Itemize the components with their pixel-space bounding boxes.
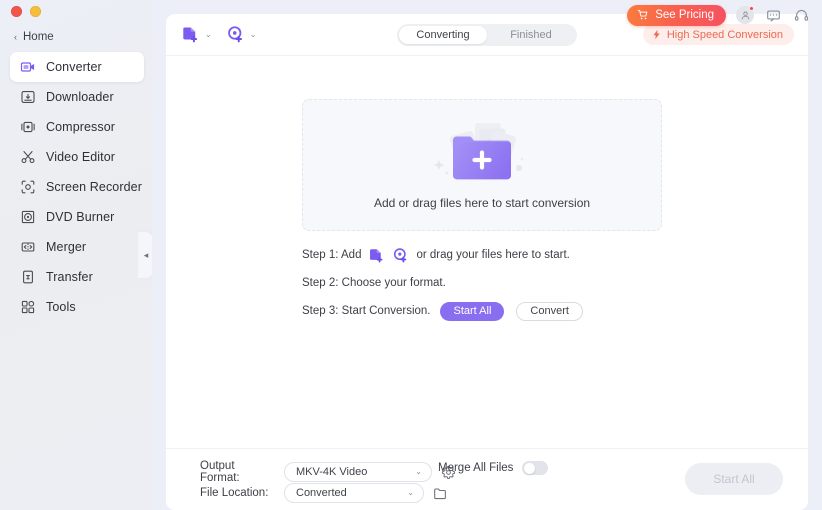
app-window: ‹ Home Converter	[0, 0, 822, 510]
folder-plus-icon	[423, 120, 541, 186]
output-format-select[interactable]: MKV-4K Video ⌄	[284, 462, 432, 482]
sidebar: ‹ Home Converter	[0, 0, 152, 510]
home-back-link[interactable]: ‹ Home	[14, 31, 54, 43]
file-location-label: File Location:	[200, 487, 276, 499]
notification-dot	[749, 6, 754, 11]
chevron-down-icon[interactable]: ⌄	[250, 31, 257, 39]
file-location-select[interactable]: Converted ⌄	[284, 483, 424, 503]
chevron-left-icon: ◂	[144, 251, 149, 260]
sidebar-item-dvd-burner[interactable]: DVD Burner	[10, 202, 144, 232]
download-box-icon	[19, 89, 36, 106]
output-format-value: MKV-4K Video	[296, 466, 367, 478]
start-all-button[interactable]: Start All	[685, 463, 783, 495]
video-camera-icon	[19, 59, 36, 76]
close-window-button[interactable]	[11, 6, 22, 17]
start-all-hint-button[interactable]: Start All	[440, 302, 504, 321]
merge-arrows-icon	[19, 239, 36, 256]
sidebar-item-transfer[interactable]: Transfer	[10, 262, 144, 292]
sidebar-item-label: DVD Burner	[46, 210, 114, 224]
sidebar-item-label: Video Editor	[46, 150, 115, 164]
see-pricing-button[interactable]: See Pricing	[627, 5, 726, 26]
bottom-bar: Output Format: MKV-4K Video ⌄ File Locat…	[166, 448, 808, 510]
sidebar-item-converter[interactable]: Converter	[10, 52, 144, 82]
high-speed-label: High Speed Conversion	[667, 29, 783, 41]
merge-all-files-row: Merge All Files	[438, 461, 548, 475]
sidebar-item-label: Compressor	[46, 120, 115, 134]
scissors-icon	[19, 149, 36, 166]
step-1: Step 1: Add	[302, 241, 662, 269]
chevron-down-icon: ⌄	[415, 468, 422, 476]
sidebar-item-compressor[interactable]: Compressor	[10, 112, 144, 142]
cart-icon	[637, 9, 649, 21]
disc-icon	[19, 209, 36, 226]
grid-squares-icon	[19, 299, 36, 316]
step-1-prefix: Step 1: Add	[302, 249, 361, 261]
chevron-down-icon: ⌄	[407, 489, 414, 497]
steps-list: Step 1: Add	[302, 241, 662, 325]
add-file-icon[interactable]	[368, 247, 385, 264]
sidebar-item-label: Converter	[46, 60, 102, 74]
account-icon[interactable]	[736, 6, 754, 24]
sidebar-item-label: Screen Recorder	[46, 180, 142, 194]
chevron-left-icon: ‹	[14, 33, 17, 42]
home-label: Home	[23, 31, 54, 43]
sidebar-item-downloader[interactable]: Downloader	[10, 82, 144, 112]
sidebar-item-label: Transfer	[46, 270, 93, 284]
compress-icon	[19, 119, 36, 136]
see-pricing-label: See Pricing	[655, 9, 714, 21]
sidebar-item-video-editor[interactable]: Video Editor	[10, 142, 144, 172]
converter-panel: ⌄ ⌄ Converting	[166, 14, 808, 510]
step-3: Step 3: Start Conversion. Start All Conv…	[302, 297, 662, 325]
file-location-value: Converted	[296, 487, 347, 499]
merge-all-files-label: Merge All Files	[438, 462, 513, 474]
sidebar-item-label: Downloader	[46, 90, 114, 104]
file-dropzone[interactable]: Add or drag files here to start conversi…	[302, 99, 662, 231]
add-disc-icon[interactable]	[392, 247, 409, 264]
toggle-knob	[524, 463, 535, 474]
window-controls	[11, 6, 41, 17]
step-1-suffix: or drag your files here to start.	[416, 249, 569, 261]
headset-icon[interactable]	[792, 6, 810, 24]
folder-icon[interactable]	[432, 485, 448, 501]
sidebar-item-tools[interactable]: Tools	[10, 292, 144, 322]
merge-all-files-toggle[interactable]	[522, 461, 548, 475]
step-2: Step 2: Choose your format.	[302, 269, 662, 297]
sidebar-item-screen-recorder[interactable]: Screen Recorder	[10, 172, 144, 202]
file-location-row: File Location: Converted ⌄	[200, 483, 448, 503]
step-3-prefix: Step 3: Start Conversion.	[302, 305, 430, 317]
sidebar-item-merger[interactable]: Merger	[10, 232, 144, 262]
record-frame-icon	[19, 179, 36, 196]
convert-hint-button[interactable]: Convert	[516, 302, 583, 321]
step-2-text: Step 2: Choose your format.	[302, 277, 446, 289]
output-format-label: Output Format:	[200, 460, 276, 484]
output-format-row: Output Format: MKV-4K Video ⌄	[200, 460, 456, 484]
main-area: ⌄ ⌄ Converting	[152, 0, 822, 510]
lightning-icon	[651, 29, 662, 40]
sidebar-item-label: Tools	[46, 300, 76, 314]
minimize-window-button[interactable]	[30, 6, 41, 17]
chevron-down-icon[interactable]: ⌄	[205, 31, 212, 39]
transfer-icon	[19, 269, 36, 286]
sidebar-nav: Converter Downloader	[0, 52, 152, 322]
message-icon[interactable]	[764, 6, 782, 24]
top-bar: See Pricing	[152, 0, 822, 30]
dropzone-caption: Add or drag files here to start conversi…	[374, 196, 590, 210]
sidebar-item-label: Merger	[46, 240, 86, 254]
